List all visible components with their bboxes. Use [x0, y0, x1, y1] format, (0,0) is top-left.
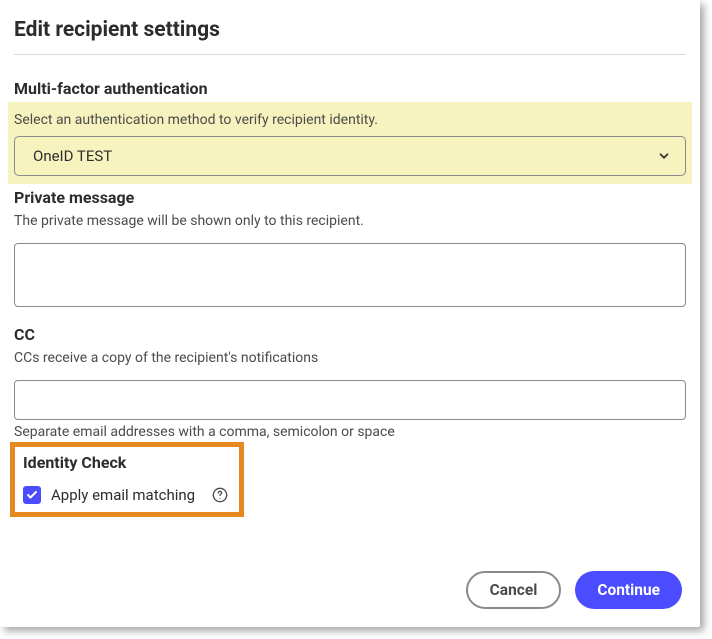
edit-recipient-dialog: Edit recipient settings Multi-factor aut… — [0, 0, 700, 627]
mfa-label: Multi-factor authentication — [14, 79, 686, 98]
cc-caption: Separate email addresses with a comma, s… — [14, 424, 686, 440]
mfa-selected-value: OneID TEST — [33, 147, 112, 165]
private-message-helper: The private message will be shown only t… — [14, 213, 686, 229]
identity-check-highlight-frame: Identity Check Apply email matching — [10, 442, 244, 517]
private-message-input[interactable] — [14, 243, 686, 307]
cc-section: CC CCs receive a copy of the recipient's… — [14, 325, 686, 440]
apply-email-matching-checkbox[interactable] — [23, 486, 41, 504]
apply-email-matching-row: Apply email matching — [23, 486, 229, 504]
dialog-title: Edit recipient settings — [14, 18, 686, 42]
cc-helper: CCs receive a copy of the recipient's no… — [14, 350, 686, 366]
dialog-footer: Cancel Continue — [466, 571, 682, 609]
apply-email-matching-label: Apply email matching — [51, 486, 195, 504]
mfa-section: Multi-factor authentication Select an au… — [14, 79, 686, 184]
mfa-highlight: Select an authentication method to verif… — [8, 102, 692, 184]
help-icon[interactable] — [211, 486, 229, 504]
mfa-helper-text: Select an authentication method to verif… — [14, 112, 686, 128]
mfa-method-dropdown[interactable]: OneID TEST — [14, 136, 686, 176]
divider — [14, 54, 686, 55]
identity-check-label: Identity Check — [23, 453, 229, 472]
chevron-down-icon — [657, 149, 671, 163]
cc-label: CC — [14, 325, 686, 344]
private-message-section: Private message The private message will… — [14, 188, 686, 311]
cancel-button[interactable]: Cancel — [466, 571, 562, 609]
private-message-label: Private message — [14, 188, 686, 207]
continue-button[interactable]: Continue — [575, 571, 682, 609]
cc-input[interactable] — [14, 380, 686, 420]
